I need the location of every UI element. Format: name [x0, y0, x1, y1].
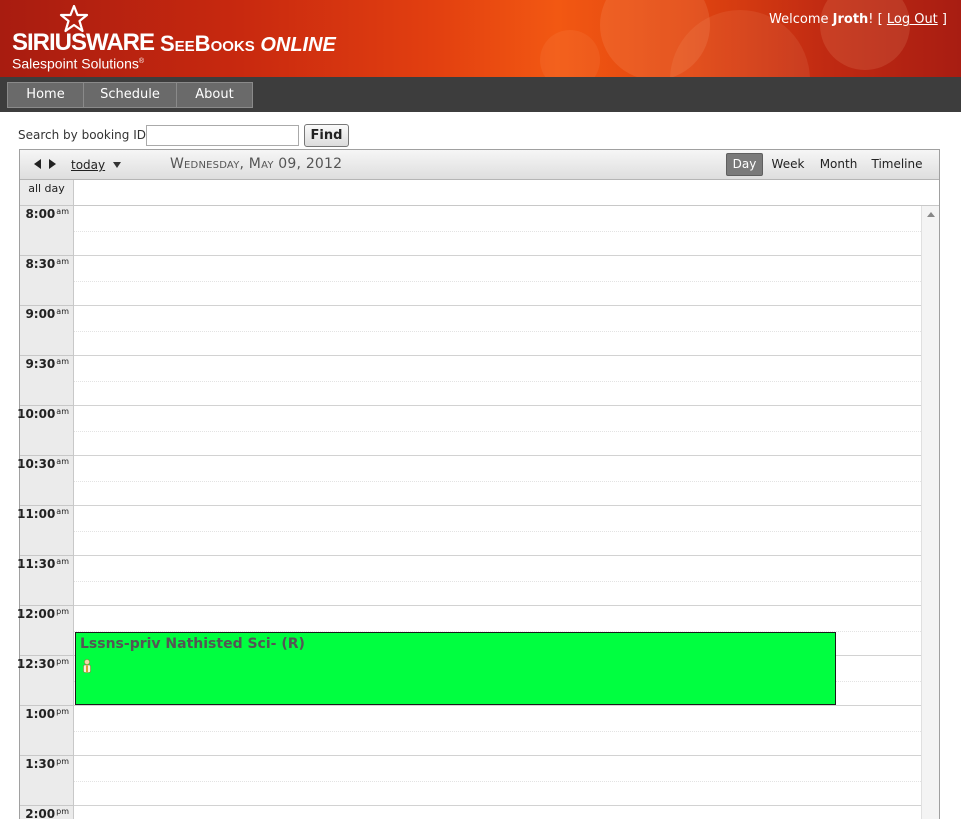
product-name-part2: ONLINE	[260, 34, 336, 56]
time-divider	[20, 755, 74, 756]
time-label: 8:00am	[25, 207, 69, 221]
view-month-button[interactable]: Month	[816, 153, 861, 176]
time-divider	[20, 255, 74, 256]
day-grid[interactable]	[74, 206, 921, 819]
slot-divider	[74, 355, 921, 356]
half-slot-divider	[74, 331, 921, 332]
nav-schedule[interactable]: Schedule	[83, 82, 177, 108]
booking-id-input[interactable]	[146, 125, 299, 146]
time-divider	[20, 505, 74, 506]
time-label: 1:00pm	[25, 707, 69, 721]
all-day-label: all day	[20, 180, 74, 205]
logout-link[interactable]: Log Out	[887, 12, 938, 27]
slot-divider	[74, 505, 921, 506]
time-label: 10:00am	[17, 407, 69, 421]
calendar-event[interactable]: Lssns-priv Nathisted Sci- (R)	[75, 632, 836, 705]
time-label: 10:30am	[17, 457, 69, 471]
event-title: Lssns-priv Nathisted Sci- (R)	[80, 636, 305, 652]
find-button[interactable]: Find	[304, 124, 349, 147]
logo-subtitle: Salespoint Solutions®	[12, 55, 145, 72]
slot-divider	[74, 705, 921, 706]
scroll-up-icon[interactable]	[927, 212, 935, 217]
half-slot-divider	[74, 381, 921, 382]
calendar-toolbar: today Wednesday, May 09, 2012 Day Week M…	[20, 150, 939, 180]
time-divider	[20, 655, 74, 656]
calendar: today Wednesday, May 09, 2012 Day Week M…	[16, 149, 940, 819]
half-slot-divider	[74, 431, 921, 432]
half-slot-divider	[74, 581, 921, 582]
time-divider	[20, 805, 74, 806]
username: Jroth	[832, 12, 869, 27]
time-label: 9:30am	[25, 357, 69, 371]
time-divider	[20, 605, 74, 606]
half-slot-divider	[74, 531, 921, 532]
chevron-down-icon[interactable]	[113, 162, 121, 168]
today-link[interactable]: today	[71, 158, 105, 172]
nav-about[interactable]: About	[176, 82, 253, 108]
product-name: SeeBooks ONLINE	[160, 32, 336, 57]
time-column: 8:00am 8:30am 9:00am 9:30am 10:00am 10:30am 11…	[16, 206, 74, 819]
search-label: Search by booking ID:	[18, 128, 151, 142]
slot-divider	[74, 455, 921, 456]
half-slot-divider	[74, 231, 921, 232]
nav-home[interactable]: Home	[7, 82, 84, 108]
time-label: 12:30pm	[16, 657, 69, 671]
time-divider	[20, 355, 74, 356]
next-day-icon[interactable]	[49, 159, 56, 169]
time-divider	[20, 555, 74, 556]
all-day-row[interactable]: all day	[20, 180, 939, 206]
slot-divider	[74, 605, 921, 606]
time-label: 11:30am	[17, 557, 69, 571]
time-divider	[20, 305, 74, 306]
half-slot-divider	[74, 281, 921, 282]
time-label: 1:30pm	[25, 757, 69, 771]
siriusware-logo: SIRIUSWARE	[12, 29, 155, 56]
slot-divider	[74, 555, 921, 556]
view-day-button[interactable]: Day	[726, 153, 763, 176]
time-label: 2:00pm	[25, 807, 69, 819]
view-week-button[interactable]: Week	[768, 153, 808, 176]
slot-divider	[74, 305, 921, 306]
prev-day-icon[interactable]	[34, 159, 41, 169]
time-label: 9:00am	[25, 307, 69, 321]
welcome-message: Welcome Jroth! [ Log Out ]	[769, 12, 947, 27]
slot-divider	[74, 255, 921, 256]
person-icon	[83, 659, 91, 673]
slot-divider	[74, 405, 921, 406]
time-label: 8:30am	[25, 257, 69, 271]
product-name-part1: SeeBooks	[160, 31, 255, 56]
time-divider	[20, 455, 74, 456]
time-label: 12:00pm	[16, 607, 69, 621]
time-label: 11:00am	[17, 507, 69, 521]
slot-divider	[74, 755, 921, 756]
main-nav: Home Schedule About	[0, 77, 961, 112]
current-date-title: Wednesday, May 09, 2012	[170, 156, 343, 172]
view-timeline-button[interactable]: Timeline	[869, 153, 925, 176]
half-slot-divider	[74, 481, 921, 482]
half-slot-divider	[74, 731, 921, 732]
header-banner: SIRIUSWARE Salespoint Solutions® SeeBook…	[0, 0, 961, 77]
half-slot-divider	[74, 781, 921, 782]
slot-divider	[74, 805, 921, 806]
banner-decoration	[820, 0, 910, 70]
vertical-scrollbar[interactable]	[921, 206, 939, 819]
banner-decoration	[540, 30, 600, 77]
time-divider	[20, 405, 74, 406]
time-divider	[20, 705, 74, 706]
